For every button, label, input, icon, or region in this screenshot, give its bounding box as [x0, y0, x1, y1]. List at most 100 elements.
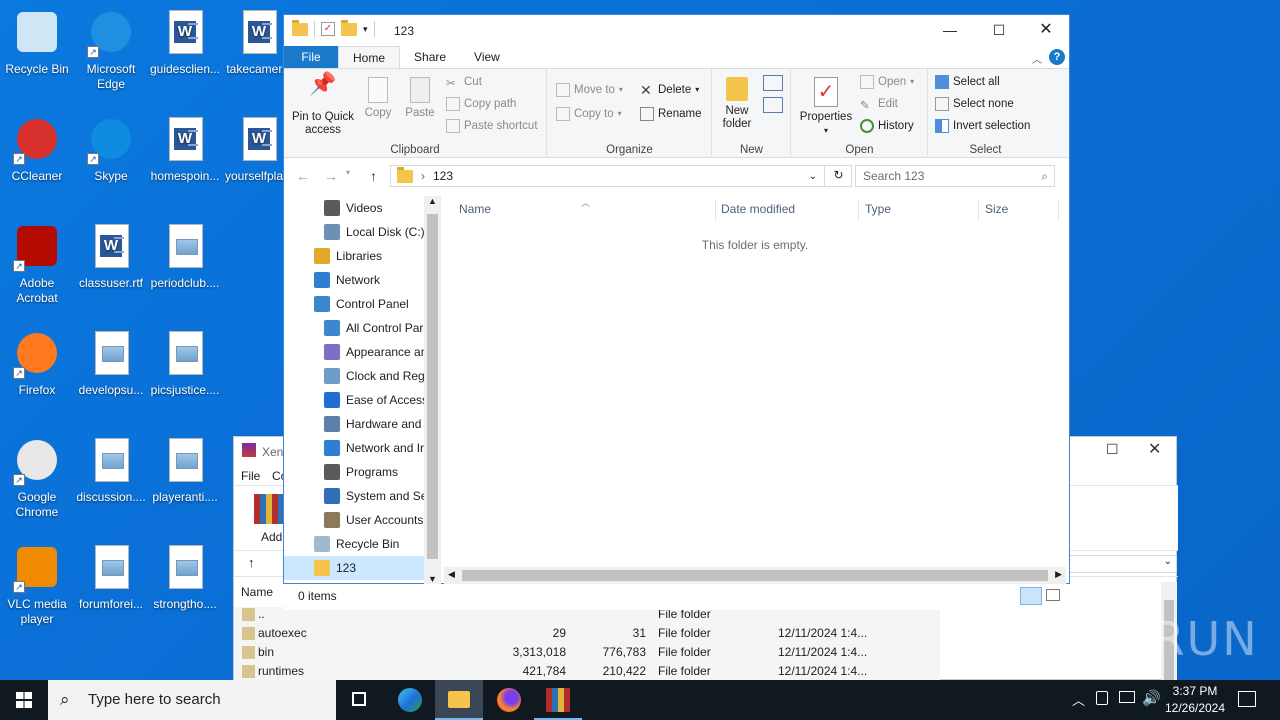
properties-button[interactable]: ✓ Properties ▾ [796, 77, 856, 137]
new-folder-qa-icon[interactable] [341, 19, 357, 36]
desktop-icon[interactable]: playeranti.... [148, 432, 222, 536]
desktop-icon[interactable]: ↗ Skype [74, 111, 148, 215]
task-view-button[interactable] [336, 680, 384, 720]
cut-button[interactable]: ✂ Cut [446, 73, 482, 91]
file-explorer-window[interactable]: ✓ ▾ 123 — ☐ ✕ File Home Share View ︿ ? 📌… [283, 14, 1070, 610]
copy-button[interactable]: Copy [358, 77, 398, 120]
nav-item[interactable]: All Control Par [324, 316, 423, 340]
desktop-icon[interactable]: strongtho.... [148, 539, 222, 643]
chevron-right-icon[interactable]: › [421, 169, 425, 183]
large-icons-view-icon[interactable] [1046, 589, 1060, 601]
start-button[interactable] [0, 680, 48, 720]
pin-quick-access-button[interactable]: 📌 Pin to Quick access [288, 73, 358, 137]
scroll-left-icon[interactable]: ◀ [448, 569, 455, 580]
desktop-icon[interactable]: ↗ CCleaner [0, 111, 74, 215]
taskbar-file-explorer[interactable] [435, 680, 483, 720]
nav-item[interactable]: User Accounts [324, 508, 423, 532]
column-divider[interactable] [715, 199, 716, 221]
taskbar-firefox[interactable] [485, 680, 533, 720]
new-folder-button[interactable]: New folder [717, 77, 757, 131]
add-button-label[interactable]: Add [261, 530, 282, 544]
desktop-icon[interactable]: periodclub.... [148, 218, 222, 322]
rename-button[interactable]: Rename [640, 105, 701, 123]
desktop-icon[interactable]: ↗ Adobe Acrobat [0, 218, 74, 322]
nav-item[interactable]: Network and Ir [324, 436, 424, 460]
system-clock[interactable]: 3:37 PM 12/26/2024 [1160, 683, 1230, 717]
move-to-button[interactable]: Move to ▾ [556, 81, 623, 99]
desktop-icon[interactable]: Recycle Bin [0, 4, 74, 108]
copy-path-button[interactable]: Copy path [446, 95, 516, 113]
chevron-up-icon[interactable]: ︿ [1072, 690, 1085, 709]
column-divider[interactable] [858, 199, 859, 221]
column-divider[interactable] [1058, 199, 1059, 221]
network-icon[interactable] [1119, 691, 1135, 703]
up-arrow-icon[interactable]: ↑ [248, 555, 255, 570]
taskbar-search[interactable]: ⌕ Type here to search [48, 680, 336, 720]
scroll-thumb[interactable] [462, 570, 1048, 581]
up-arrow-icon[interactable]: ↑ [370, 168, 377, 184]
device-icon[interactable] [1096, 691, 1108, 705]
nav-item[interactable]: Clock and Regi [324, 364, 427, 388]
column-type[interactable]: Type [865, 202, 891, 216]
nav-item[interactable]: Ease of Access [324, 388, 428, 412]
horizontal-scrollbar[interactable]: ◀ ▶ [444, 567, 1066, 584]
address-bar[interactable]: › 123 ⌄ [390, 165, 852, 187]
maximize-icon[interactable]: ☐ [1106, 441, 1119, 458]
edit-button[interactable]: ✎ Edit [860, 95, 898, 113]
address-dropdown-icon[interactable]: ⌄ [809, 171, 817, 182]
desktop-icon[interactable]: Wguidesclien... [148, 4, 222, 108]
help-icon[interactable]: ? [1049, 49, 1065, 65]
desktop-icon[interactable]: ↗ Firefox [0, 325, 74, 429]
nav-item[interactable]: 123 [284, 556, 424, 580]
delete-button[interactable]: ✕ Delete ▾ [640, 81, 699, 99]
nav-item[interactable]: Videos [324, 196, 382, 220]
select-all-button[interactable]: Select all [935, 73, 1000, 91]
minimize-icon[interactable]: — [927, 15, 973, 45]
column-date-modified[interactable]: Date modified [721, 202, 795, 216]
tab-home[interactable]: Home [338, 46, 401, 68]
nav-scrollbar[interactable]: ▲ ▼ [424, 196, 441, 584]
archive-add-icon[interactable] [254, 494, 284, 524]
desktop-icon[interactable]: ↗ VLC media player [0, 539, 74, 643]
taskbar-edge[interactable] [386, 680, 434, 720]
tab-file[interactable]: File [284, 46, 338, 68]
details-view-icon[interactable] [1020, 587, 1042, 605]
copy-to-button[interactable]: Copy to ▾ [556, 105, 622, 123]
scroll-down-icon[interactable]: ▼ [428, 574, 437, 584]
nav-item[interactable]: Programs [324, 460, 398, 484]
nav-item[interactable]: Control Panel [314, 292, 409, 316]
nav-item[interactable]: System and Sec [324, 484, 433, 508]
scroll-up-icon[interactable]: ▲ [428, 196, 437, 206]
properties-qa-icon[interactable]: ✓ [321, 22, 335, 36]
winrar-col-name[interactable]: Name [241, 585, 273, 599]
tab-view[interactable]: View [460, 46, 514, 68]
nav-item[interactable]: Libraries [314, 244, 382, 268]
desktop-icon[interactable]: picsjustice.... [148, 325, 222, 429]
open-button[interactable]: Open ▾ [860, 73, 914, 91]
new-item-icon[interactable] [763, 75, 783, 91]
easy-access-icon[interactable] [763, 97, 783, 113]
nav-item[interactable]: Hardware and [324, 412, 421, 436]
close-icon[interactable]: ✕ [1023, 15, 1069, 45]
tab-share[interactable]: Share [400, 46, 460, 68]
winrar-menu-file[interactable]: File [241, 469, 260, 483]
address-path[interactable]: 123 [433, 169, 453, 183]
column-size[interactable]: Size [985, 202, 1008, 216]
nav-item[interactable]: Appearance an [324, 340, 427, 364]
nav-item[interactable]: Network [314, 268, 380, 292]
desktop-icon[interactable]: ↗ Microsoft Edge [74, 4, 148, 108]
recent-locations-icon[interactable]: ▾ [346, 168, 350, 177]
column-divider[interactable] [978, 199, 979, 221]
select-none-button[interactable]: Select none [935, 95, 1014, 113]
taskbar-winrar[interactable] [534, 680, 582, 720]
nav-item[interactable]: Local Disk (C:) [324, 220, 425, 244]
refresh-icon[interactable]: ↻ [824, 165, 852, 187]
desktop-icon[interactable]: Whomespoin... [148, 111, 222, 215]
desktop-icon[interactable]: forumforei... [74, 539, 148, 643]
desktop-icon[interactable]: discussion.... [74, 432, 148, 536]
column-name[interactable]: Name [459, 202, 491, 216]
file-list[interactable]: ︿ Name Date modified Type Size This fold… [441, 196, 1069, 584]
collapse-ribbon-icon[interactable]: ︿ [1032, 51, 1042, 66]
paste-shortcut-button[interactable]: Paste shortcut [446, 117, 538, 135]
paste-button[interactable]: Paste [400, 77, 440, 120]
